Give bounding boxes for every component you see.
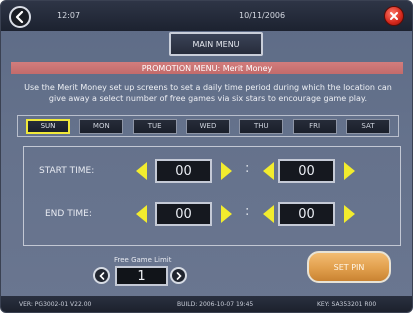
day-button-fri[interactable]: FRI: [292, 118, 337, 134]
version-text: VER: PG3002-01 V22.00: [19, 301, 92, 308]
top-bar: 12:07 10/11/2006: [1, 1, 412, 31]
day-button-thu[interactable]: THU: [239, 118, 284, 134]
day-selector: SUN MON TUE WED THU FRI SAT: [17, 115, 399, 137]
end-minutes-field[interactable]: 00: [278, 202, 335, 226]
key-text: KEY: SA353201 R00: [317, 301, 377, 308]
day-button-tue[interactable]: TUE: [132, 118, 177, 134]
page-title: PROMOTION MENU: Merit Money: [11, 62, 403, 74]
free-game-increase-button[interactable]: [170, 267, 187, 284]
start-minutes-field[interactable]: 00: [278, 159, 335, 183]
description-text: Use the Merit Money set up screens to se…: [24, 83, 392, 103]
screen: 12:07 10/11/2006 MAIN MENU PROMOTION MEN…: [0, 0, 413, 313]
back-button[interactable]: [9, 6, 31, 28]
end-hours-increase-icon[interactable]: [221, 205, 232, 223]
free-game-limit-value[interactable]: 1: [115, 266, 168, 286]
start-hours-decrease-icon[interactable]: [136, 162, 147, 180]
start-hours-field[interactable]: 00: [155, 159, 212, 183]
close-icon: [390, 12, 398, 20]
end-time-separator: :: [245, 204, 250, 219]
clock-date: 10/11/2006: [239, 11, 286, 20]
free-game-decrease-button[interactable]: [93, 267, 110, 284]
end-minutes-increase-icon[interactable]: [344, 205, 355, 223]
day-button-sun[interactable]: SUN: [26, 118, 70, 134]
day-button-wed[interactable]: WED: [185, 118, 230, 134]
time-panel: START TIME: 00 : 00 END TIME: 00 : 00: [23, 146, 401, 246]
close-button[interactable]: [384, 6, 404, 26]
build-text: BUILD: 2006-10-07 19:45: [177, 301, 254, 308]
day-button-mon[interactable]: MON: [79, 118, 124, 134]
day-button-sat[interactable]: SAT: [345, 118, 390, 134]
end-hours-field[interactable]: 00: [155, 202, 212, 226]
back-arrow-icon: [15, 11, 24, 23]
end-hours-decrease-icon[interactable]: [136, 205, 147, 223]
end-minutes-decrease-icon[interactable]: [263, 205, 274, 223]
start-time-label: START TIME:: [39, 166, 95, 176]
footer: VER: PG3002-01 V22.00 BUILD: 2006-10-07 …: [1, 296, 412, 312]
start-minutes-decrease-icon[interactable]: [263, 162, 274, 180]
start-time-separator: :: [245, 161, 250, 176]
start-hours-increase-icon[interactable]: [221, 162, 232, 180]
start-minutes-increase-icon[interactable]: [344, 162, 355, 180]
end-time-label: END TIME:: [45, 209, 92, 219]
free-game-limit-label: Free Game Limit: [114, 256, 172, 264]
clock-time: 12:07: [57, 11, 81, 20]
set-pin-button[interactable]: SET PIN: [307, 251, 391, 283]
main-menu-button[interactable]: MAIN MENU: [169, 32, 263, 56]
chevron-right-icon: [176, 271, 182, 280]
chevron-left-icon: [98, 271, 104, 280]
